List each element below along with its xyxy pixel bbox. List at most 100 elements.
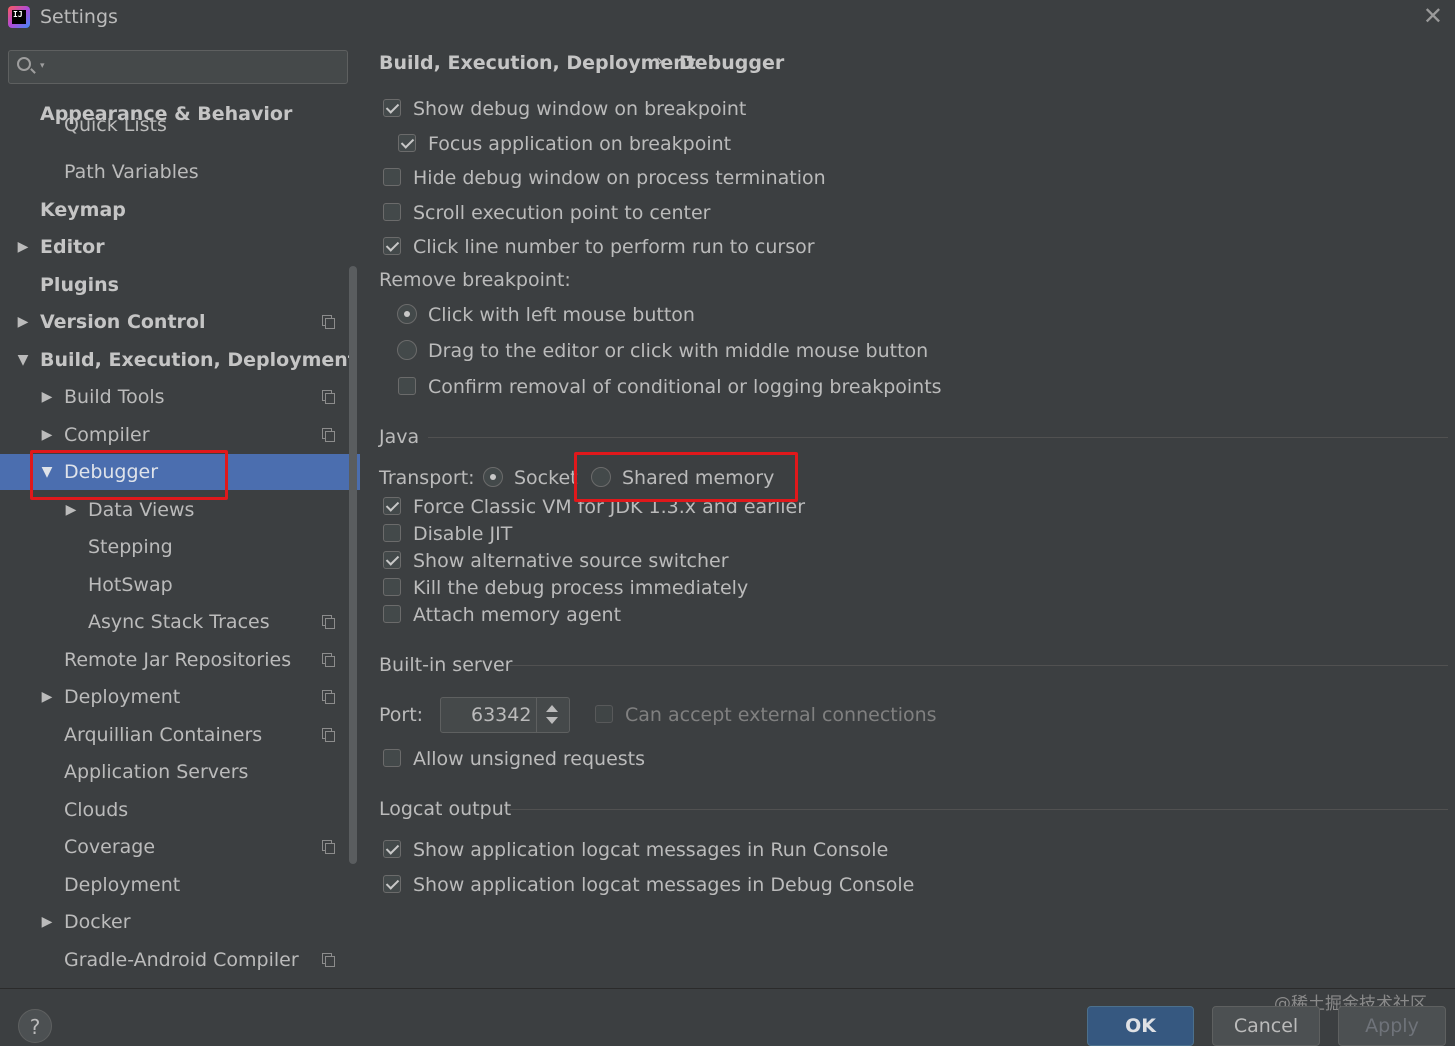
search-dropdown-icon[interactable]: ▾ (40, 61, 45, 71)
sidebar-item-application-servers[interactable]: Application Servers (0, 754, 348, 790)
cancel-button[interactable]: Cancel (1212, 1006, 1320, 1046)
sidebar-item-label: Deployment (64, 874, 181, 896)
show-debug-window-checkbox[interactable] (383, 99, 401, 117)
focus-app-checkbox[interactable] (398, 134, 416, 152)
sidebar-item-docker[interactable]: ▶ Docker (0, 904, 348, 940)
sidebar-item-label: Async Stack Traces (88, 611, 270, 633)
sidebar-item-build-tools[interactable]: ▶ Build Tools (0, 379, 348, 415)
sidebar-item-build-execution-deployment[interactable]: ▼ Build, Execution, Deployment (0, 342, 357, 378)
sidebar-item-quick-lists[interactable]: Quick Lists (0, 118, 348, 140)
sidebar-item-path-variables[interactable]: Path Variables (0, 154, 348, 190)
option-label: Click line number to perform run to curs… (413, 236, 815, 258)
port-value[interactable]: 63342 (471, 698, 531, 732)
breadcrumb-parent[interactable]: Build, Execution, Deployment (379, 52, 696, 74)
decrement-icon[interactable] (546, 717, 558, 724)
sidebar-item-arquillian-containers[interactable]: Arquillian Containers (0, 717, 348, 753)
sidebar-item-clouds[interactable]: Clouds (0, 792, 348, 828)
option-label: Drag to the editor or click with middle … (428, 340, 929, 362)
sidebar-item-async-stack-traces[interactable]: Async Stack Traces (0, 604, 348, 640)
alt-source-checkbox[interactable] (383, 551, 401, 569)
scroll-exec-checkbox[interactable] (383, 203, 401, 221)
remove-breakpoint-title: Remove breakpoint: (379, 269, 571, 291)
expand-arrow-icon[interactable]: ▶ (40, 379, 54, 415)
project-scope-icon (322, 315, 335, 329)
option-label: Show alternative source switcher (413, 550, 729, 572)
confirm-removal-checkbox[interactable] (398, 377, 416, 395)
disable-jit-checkbox[interactable] (383, 524, 401, 542)
ok-button[interactable]: OK (1087, 1006, 1194, 1046)
help-button[interactable]: ? (18, 1009, 52, 1043)
sidebar-item-coverage[interactable]: Coverage (0, 829, 348, 865)
expand-arrow-icon[interactable]: ▶ (40, 417, 54, 453)
settings-search[interactable]: ▾ (8, 50, 348, 84)
collapse-arrow-icon[interactable]: ▼ (16, 342, 30, 378)
socket-radio[interactable] (483, 467, 503, 487)
external-connections-checkbox (595, 705, 613, 723)
window-title: Settings (40, 6, 118, 28)
remove-left-click-radio[interactable] (397, 304, 417, 324)
hide-debug-window-checkbox[interactable] (383, 168, 401, 186)
expand-arrow-icon[interactable]: ▶ (40, 679, 54, 715)
sidebar-item-keymap[interactable]: Keymap (0, 192, 348, 228)
settings-sidebar: ▾ Appearance & Behavior Quick Lists Path… (0, 38, 360, 988)
sidebar-item-label: Stepping (88, 536, 173, 558)
remove-drag-radio[interactable] (397, 340, 417, 360)
section-divider (510, 809, 1448, 810)
sidebar-item-label: Docker (64, 911, 131, 933)
sidebar-item-label: Version Control (40, 311, 206, 333)
click-line-checkbox[interactable] (383, 237, 401, 255)
sidebar-item-remote-jar-repositories[interactable]: Remote Jar Repositories (0, 642, 348, 678)
debugger-highlight-box (30, 450, 228, 500)
sidebar-item-label: Coverage (64, 836, 156, 858)
increment-icon[interactable] (546, 705, 558, 712)
sidebar-item-label: Editor (40, 236, 105, 258)
sidebar-scrollbar[interactable] (349, 266, 357, 864)
port-stepper[interactable]: 63342 (440, 697, 570, 733)
option-label: Show application logcat messages in Debu… (413, 874, 915, 896)
sidebar-item-stepping[interactable]: Stepping (0, 529, 348, 565)
project-scope-icon (322, 428, 335, 442)
sidebar-item-deployment-2[interactable]: Deployment (0, 867, 348, 903)
option-label: Disable JIT (413, 523, 513, 545)
logcat-debug-console-checkbox[interactable] (383, 875, 401, 893)
unsigned-requests-checkbox[interactable] (383, 749, 401, 767)
option-label: Can accept external connections (625, 704, 937, 726)
shared-memory-highlight-box (574, 452, 798, 502)
project-scope-icon (322, 615, 335, 629)
apply-button[interactable]: Apply (1338, 1006, 1446, 1046)
sidebar-item-label: Build Tools (64, 386, 165, 408)
port-label: Port: (379, 704, 424, 726)
option-label: Show debug window on breakpoint (413, 98, 747, 120)
option-label: Show application logcat messages in Run … (413, 839, 889, 861)
expand-arrow-icon[interactable]: ▶ (16, 304, 30, 340)
memory-agent-checkbox[interactable] (383, 605, 401, 623)
sidebar-item-plugins[interactable]: Plugins (0, 267, 348, 303)
expand-arrow-icon[interactable]: ▶ (16, 229, 30, 265)
project-scope-icon (322, 653, 335, 667)
search-icon (17, 57, 31, 71)
sidebar-item-label: Remote Jar Repositories (64, 649, 292, 671)
sidebar-item-deployment[interactable]: ▶ Deployment (0, 679, 348, 715)
search-input[interactable] (53, 55, 347, 81)
kill-debug-checkbox[interactable] (383, 578, 401, 596)
logo-text: IJ (12, 10, 26, 24)
sidebar-item-label: Arquillian Containers (64, 724, 263, 746)
expand-arrow-icon[interactable]: ▶ (40, 904, 54, 940)
sidebar-item-editor[interactable]: ▶ Editor (0, 229, 348, 265)
sidebar-item-label: Gradle-Android Compiler (64, 949, 299, 971)
sidebar-item-hotswap[interactable]: HotSwap (0, 567, 348, 603)
logcat-run-console-checkbox[interactable] (383, 840, 401, 858)
sidebar-item-version-control[interactable]: ▶ Version Control (0, 304, 348, 340)
title-bar: IJ Settings ✕ (0, 0, 1455, 38)
port-spinner[interactable] (536, 698, 569, 732)
sidebar-item-compiler[interactable]: ▶ Compiler (0, 417, 348, 453)
sidebar-item-label: Keymap (40, 199, 126, 221)
option-label: Scroll execution point to center (413, 202, 711, 224)
close-icon[interactable]: ✕ (1423, 2, 1443, 30)
sidebar-item-gradle-android-compiler[interactable]: Gradle-Android Compiler (0, 942, 348, 978)
force-classic-checkbox[interactable] (383, 497, 401, 515)
intellij-logo-icon: IJ (8, 6, 30, 28)
sidebar-item-label: Plugins (40, 274, 119, 296)
option-label: Confirm removal of conditional or loggin… (428, 376, 942, 398)
sidebar-item-label: Clouds (64, 799, 129, 821)
